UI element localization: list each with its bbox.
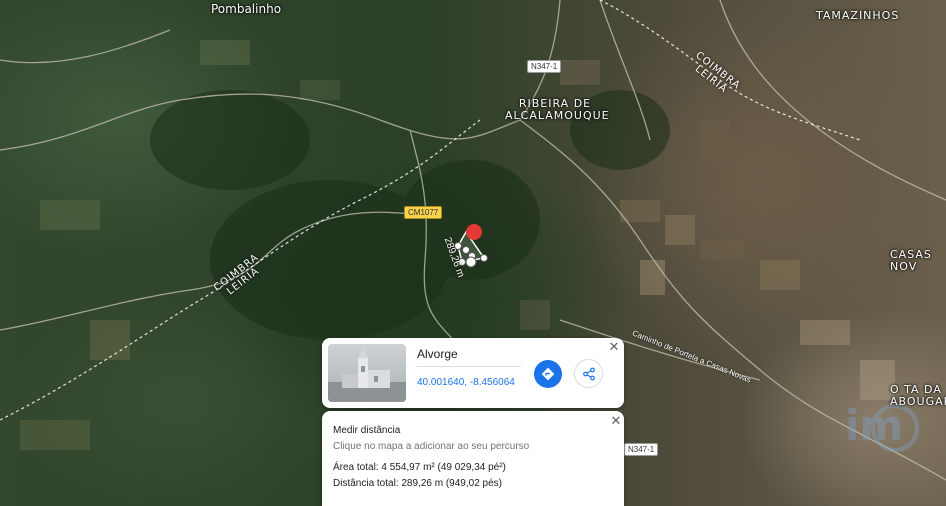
place-label-casas-novas: CASAS NOV [890,248,932,273]
place-label-tamazinhos: TAMAZINHOS [816,9,900,22]
location-pin-icon [466,224,482,240]
place-label-ota-line2: ABOUGAR [890,395,946,408]
place-label-ota: O TA DA ABOUGAR [890,384,946,408]
directions-button[interactable] [534,360,562,388]
place-label-ribeira-line2: ALCALAMOUQUE [505,109,610,122]
measure-total-area: Área total: 4 554,97 m² (49 029,34 pé²) [333,462,506,473]
place-title: Alvorge [417,347,458,361]
road-shield-n347-1-lower: N347-1 [624,443,659,456]
measure-hint: Clique no mapa a adicionar ao seu percur… [333,441,530,452]
road-shield-n347-1: N347-1 [527,60,562,73]
place-info-card: Alvorge 40.001640, -8.456064 ✕ [322,338,624,408]
share-button[interactable] [574,359,603,388]
share-icon [582,367,595,380]
place-label-ribeira: RIBEIRA DE ALCALAMOUQUE [505,98,610,122]
measure-distance-card: Medir distância Clique no mapa a adicion… [322,411,624,506]
close-place-card-button[interactable]: ✕ [607,340,621,354]
road-shield-cm1077: CM1077 [404,206,443,219]
church-image-icon [328,348,406,402]
watermark-logo: im [845,401,919,452]
directions-icon [541,367,555,381]
measure-total-distance: Distância total: 289,26 m (949,02 pés) [333,478,502,489]
place-divider [417,366,521,367]
place-coordinates-link[interactable]: 40.001640, -8.456064 [417,377,515,388]
place-thumbnail[interactable] [328,344,406,402]
measure-title: Medir distância [333,425,401,436]
place-label-pombalinho: Pombalinho [211,2,282,16]
close-measure-card-button[interactable]: ✕ [609,414,623,428]
